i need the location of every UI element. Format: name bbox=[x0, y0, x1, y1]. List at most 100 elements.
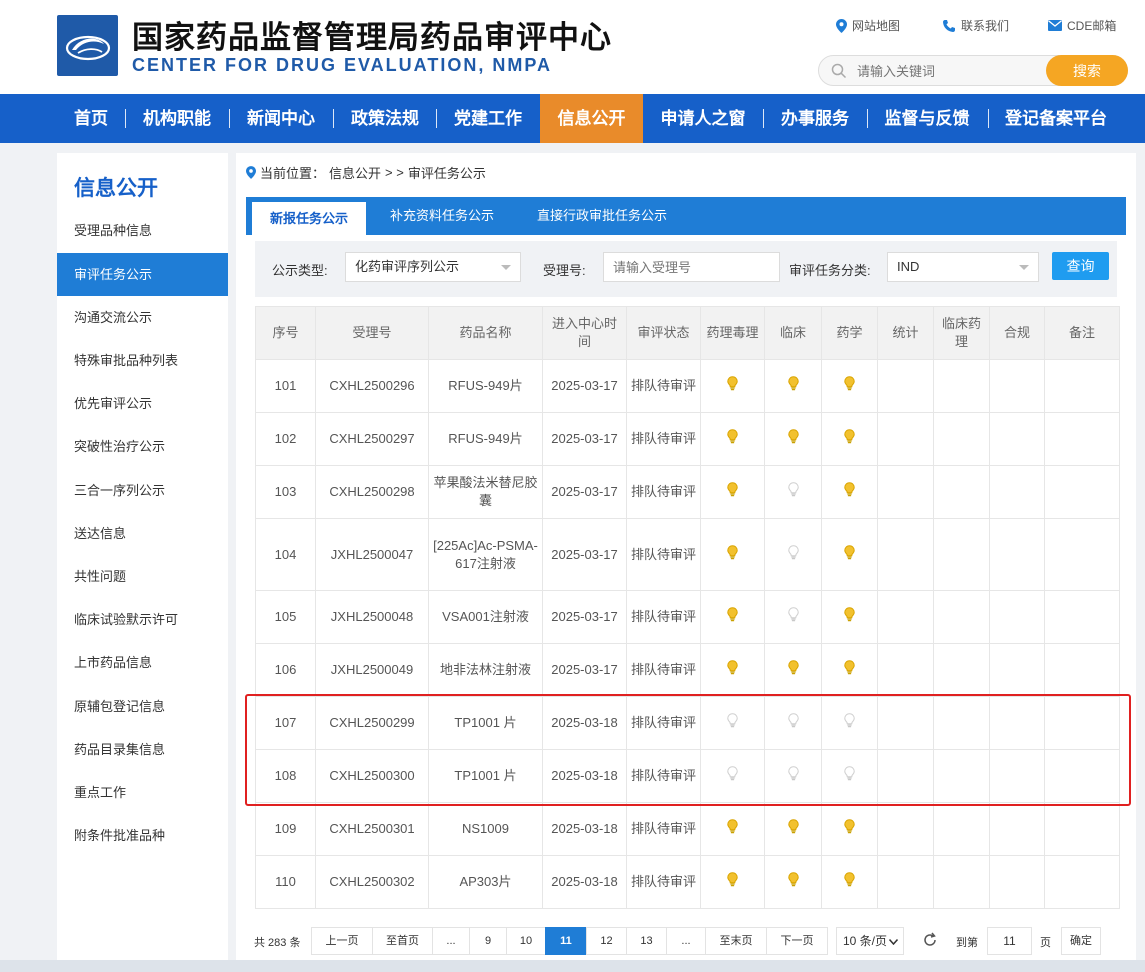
cell-remarks bbox=[1044, 802, 1120, 856]
table-row: 105 JXHL2500048 VSA001注射液 2025-03-17 排队待审评 bbox=[255, 590, 1120, 644]
sidebar-item-clinical-trial[interactable]: 临床试验默示许可 bbox=[57, 598, 228, 641]
col-header-clinical-pharmacology: 临床药理 bbox=[933, 306, 990, 360]
cell-review-status: 排队待审评 bbox=[626, 643, 701, 697]
cell-drug-name: NS1009 bbox=[428, 802, 543, 856]
col-header-compliance: 合规 bbox=[989, 306, 1045, 360]
search-icon bbox=[831, 63, 847, 79]
site-logo[interactable] bbox=[57, 15, 118, 76]
tab-direct-approval-tasks[interactable]: 直接行政审批任务公示 bbox=[522, 197, 682, 235]
goto-confirm-button[interactable]: 确定 bbox=[1061, 927, 1101, 955]
cell-remarks bbox=[1044, 518, 1120, 591]
tab-supplement-tasks[interactable]: 补充资料任务公示 bbox=[376, 197, 508, 235]
nav-item-applicant[interactable]: 申请人之窗 bbox=[647, 94, 759, 143]
breadcrumb-link[interactable]: 信息公开 bbox=[329, 163, 381, 182]
cell-drug-name: 地非法林注射液 bbox=[428, 643, 543, 697]
cell-compliance bbox=[989, 855, 1045, 909]
page-ellipsis[interactable]: ... bbox=[666, 927, 706, 955]
nav-item-home[interactable]: 首页 bbox=[60, 94, 122, 143]
cell-entry-time: 2025-03-18 bbox=[542, 749, 627, 803]
cell-cmc bbox=[821, 643, 878, 697]
lightbulb-on-icon bbox=[844, 607, 855, 627]
sidebar-item-key-work[interactable]: 重点工作 bbox=[57, 771, 228, 814]
task-tabs: 新报任务公示 补充资料任务公示 直接行政审批任务公示 bbox=[246, 197, 1126, 235]
prev-page-button[interactable]: 上一页 bbox=[311, 927, 373, 955]
sidebar-item-priority[interactable]: 优先审评公示 bbox=[57, 382, 228, 425]
nav-item-info-disclosure[interactable]: 信息公开 bbox=[540, 94, 643, 143]
nav-divider bbox=[229, 109, 230, 128]
category-select[interactable]: IND bbox=[887, 252, 1039, 282]
nav-item-functions[interactable]: 机构职能 bbox=[129, 94, 225, 143]
cell-review-status: 排队待审评 bbox=[626, 359, 701, 413]
cell-acceptance-no: JXHL2500048 bbox=[315, 590, 429, 644]
cell-remarks bbox=[1044, 696, 1120, 750]
cell-entry-time: 2025-03-18 bbox=[542, 855, 627, 909]
site-search: 搜索 bbox=[818, 55, 1128, 86]
nav-item-party[interactable]: 党建工作 bbox=[440, 94, 536, 143]
sidebar-title: 信息公开 bbox=[74, 177, 158, 200]
phone-icon bbox=[943, 19, 955, 32]
search-input[interactable] bbox=[857, 61, 1037, 81]
cell-clinical bbox=[764, 643, 822, 697]
sidebar-item-delivery[interactable]: 送达信息 bbox=[57, 512, 228, 555]
page-13-button[interactable]: 13 bbox=[626, 927, 667, 955]
type-select[interactable]: 化药审评序列公示 bbox=[345, 252, 521, 282]
sidebar-item-drug-catalog[interactable]: 药品目录集信息 bbox=[57, 728, 228, 771]
next-page-button[interactable]: 下一页 bbox=[766, 927, 828, 955]
cell-entry-time: 2025-03-17 bbox=[542, 465, 627, 519]
cell-cmc bbox=[821, 518, 878, 591]
sidebar-item-breakthrough[interactable]: 突破性治疗公示 bbox=[57, 425, 228, 468]
lightbulb-on-icon bbox=[727, 429, 738, 449]
page-12-button[interactable]: 12 bbox=[586, 927, 627, 955]
last-page-button[interactable]: 至末页 bbox=[705, 927, 767, 955]
sidebar-item-review-tasks[interactable]: 审评任务公示 bbox=[57, 253, 228, 296]
nav-item-news[interactable]: 新闻中心 bbox=[233, 94, 329, 143]
nav-item-supervision[interactable]: 监督与反馈 bbox=[871, 94, 983, 143]
cell-pharm-tox bbox=[700, 696, 765, 750]
cell-no: 106 bbox=[255, 643, 316, 697]
lightbulb-on-icon bbox=[844, 872, 855, 892]
acceptance-input[interactable] bbox=[603, 252, 780, 282]
acceptance-label: 受理号: bbox=[543, 263, 586, 278]
lightbulb-off-icon bbox=[787, 482, 799, 502]
sidebar-item-common-issues[interactable]: 共性问题 bbox=[57, 555, 228, 598]
sidebar-item-excipients[interactable]: 原辅包登记信息 bbox=[57, 685, 228, 728]
contact-link[interactable]: 联系我们 bbox=[942, 17, 1009, 34]
tab-new-tasks[interactable]: 新报任务公示 bbox=[252, 202, 366, 235]
cell-review-status: 排队待审评 bbox=[626, 696, 701, 750]
goto-page-input[interactable]: 11 bbox=[987, 927, 1032, 955]
cell-pharm-tox bbox=[700, 465, 765, 519]
sidebar-item-conditional-approval[interactable]: 附条件批准品种 bbox=[57, 814, 228, 857]
nav-item-policy[interactable]: 政策法规 bbox=[337, 94, 433, 143]
nav-item-services[interactable]: 办事服务 bbox=[767, 94, 863, 143]
lightbulb-on-icon bbox=[727, 819, 738, 839]
first-page-button[interactable]: 至首页 bbox=[372, 927, 433, 955]
sidebar-item-marketed-drugs[interactable]: 上市药品信息 bbox=[57, 641, 228, 684]
page-ellipsis[interactable]: ... bbox=[432, 927, 470, 955]
cell-compliance bbox=[989, 412, 1045, 466]
cde-mail-link[interactable]: CDE邮箱 bbox=[1048, 17, 1116, 34]
nav-item-registration[interactable]: 登记备案平台 bbox=[992, 94, 1120, 143]
sidebar-item-accepted[interactable]: 受理品种信息 bbox=[57, 209, 228, 252]
page-9-button[interactable]: 9 bbox=[469, 927, 507, 955]
cell-statistics bbox=[877, 749, 934, 803]
lightbulb-off-icon bbox=[727, 766, 738, 786]
cell-drug-name: RFUS-949片 bbox=[428, 359, 543, 413]
cell-pharm-tox bbox=[700, 855, 765, 909]
cell-clinical bbox=[764, 696, 822, 750]
sidebar-item-three-in-one[interactable]: 三合一序列公示 bbox=[57, 469, 228, 512]
page-10-button[interactable]: 10 bbox=[506, 927, 546, 955]
refresh-icon[interactable] bbox=[922, 932, 938, 948]
sidebar-item-special-approval[interactable]: 特殊审批品种列表 bbox=[57, 339, 228, 382]
breadcrumb-current: 审评任务公示 bbox=[407, 166, 486, 181]
filter-bar: 公示类型: 化药审评序列公示 受理号: 审评任务分类: IND 查询 bbox=[255, 241, 1117, 297]
search-button[interactable]: 搜索 bbox=[1046, 55, 1128, 86]
cell-drug-name: [225Ac]Ac-PSMA-617注射液 bbox=[428, 518, 543, 591]
site-header: 国家药品监督管理局药品审评中心 CENTER FOR DRUG EVALUATI… bbox=[0, 0, 1145, 94]
query-button[interactable]: 查询 bbox=[1052, 252, 1109, 280]
page-11-button[interactable]: 11 bbox=[545, 927, 587, 955]
sidebar-item-communication[interactable]: 沟通交流公示 bbox=[57, 296, 228, 339]
pagination: 共 283 条 上一页 至首页 ... 9 10 11 12 13 ... 至末… bbox=[254, 927, 1114, 955]
page-size-select[interactable]: 10 条/页 bbox=[836, 927, 904, 955]
sitemap-link[interactable]: 网站地图 bbox=[836, 17, 900, 34]
cde-mail-label: CDE邮箱 bbox=[1067, 19, 1117, 33]
